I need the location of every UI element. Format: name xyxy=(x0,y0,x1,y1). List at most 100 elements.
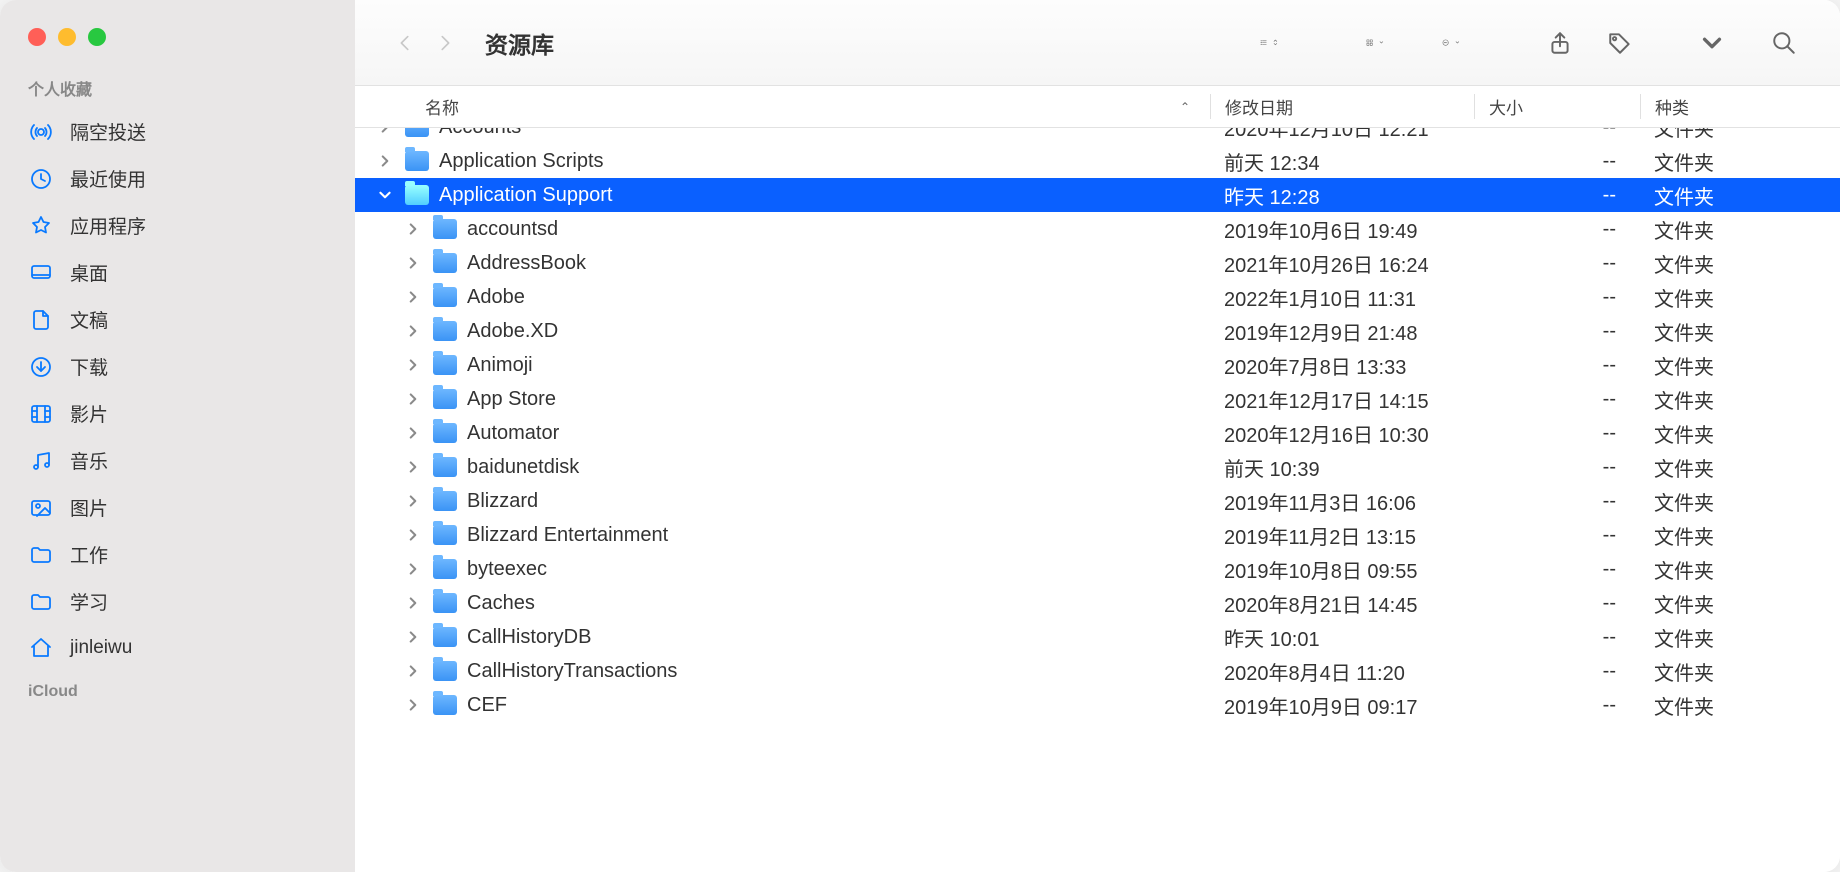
sidebar-item-home[interactable]: jinleiwu xyxy=(0,625,355,671)
file-kind: 文件夹 xyxy=(1640,521,1840,550)
picture-icon xyxy=(28,495,54,521)
disclosure-triangle-icon[interactable] xyxy=(403,663,423,679)
disclosure-triangle-icon[interactable] xyxy=(403,561,423,577)
file-date: 昨天 12:28 xyxy=(1210,181,1474,210)
file-date: 2019年11月2日 13:15 xyxy=(1210,521,1474,550)
sidebar-item-apps[interactable]: 应用程序 xyxy=(0,202,355,249)
file-size: -- xyxy=(1474,320,1640,343)
column-header-date[interactable]: 修改日期 xyxy=(1210,94,1474,119)
file-row[interactable]: CallHistoryDB 昨天 10:01 -- 文件夹 xyxy=(355,620,1840,654)
sidebar-item-study[interactable]: 学习 xyxy=(0,578,355,625)
file-name: Accounts xyxy=(439,128,521,139)
disclosure-triangle-icon[interactable] xyxy=(403,323,423,339)
sidebar-item-music[interactable]: 音乐 xyxy=(0,437,355,484)
share-button[interactable] xyxy=(1534,23,1586,63)
window-title: 资源库 xyxy=(485,26,554,60)
file-date: 2020年7月8日 13:33 xyxy=(1210,351,1474,380)
file-row[interactable]: baidunetdisk 前天 10:39 -- 文件夹 xyxy=(355,450,1840,484)
folder-icon xyxy=(433,525,457,545)
disclosure-triangle-icon[interactable] xyxy=(403,595,423,611)
file-kind: 文件夹 xyxy=(1640,351,1840,380)
disclosure-triangle-icon[interactable] xyxy=(403,391,423,407)
sidebar-item-label: 隔空投送 xyxy=(70,118,146,145)
file-size: -- xyxy=(1474,354,1640,377)
file-row[interactable]: Application Support 昨天 12:28 -- 文件夹 xyxy=(355,178,1840,212)
file-row[interactable]: App Store 2021年12月17日 14:15 -- 文件夹 xyxy=(355,382,1840,416)
disclosure-triangle-icon[interactable] xyxy=(403,697,423,713)
apps-icon xyxy=(28,213,54,239)
search-icon xyxy=(1771,30,1797,56)
file-kind: 文件夹 xyxy=(1640,385,1840,414)
disclosure-triangle-icon[interactable] xyxy=(375,153,395,169)
file-row[interactable]: Caches 2020年8月21日 14:45 -- 文件夹 xyxy=(355,586,1840,620)
file-row[interactable]: Adobe.XD 2019年12月9日 21:48 -- 文件夹 xyxy=(355,314,1840,348)
file-name: CallHistoryTransactions xyxy=(467,660,677,683)
disclosure-triangle-icon[interactable] xyxy=(403,459,423,475)
minimize-button[interactable] xyxy=(58,28,76,46)
file-row[interactable]: Application Scripts 前天 12:34 -- 文件夹 xyxy=(355,144,1840,178)
sidebar-item-desktop[interactable]: 桌面 xyxy=(0,249,355,296)
sidebar-item-label: 图片 xyxy=(70,494,108,521)
file-kind: 文件夹 xyxy=(1640,555,1840,584)
file-row[interactable]: accountsd 2019年10月6日 19:49 -- 文件夹 xyxy=(355,212,1840,246)
sidebar-item-movies[interactable]: 影片 xyxy=(0,390,355,437)
disclosure-triangle-icon[interactable] xyxy=(375,128,395,135)
sidebar-item-pictures[interactable]: 图片 xyxy=(0,484,355,531)
folder-icon xyxy=(433,253,457,273)
disclosure-triangle-icon[interactable] xyxy=(375,187,395,203)
file-row[interactable]: Animoji 2020年7月8日 13:33 -- 文件夹 xyxy=(355,348,1840,382)
document-icon xyxy=(28,307,54,333)
file-row[interactable]: Automator 2020年12月16日 10:30 -- 文件夹 xyxy=(355,416,1840,450)
folder-icon xyxy=(433,389,457,409)
search-button[interactable] xyxy=(1758,23,1810,63)
disclosure-triangle-icon[interactable] xyxy=(403,629,423,645)
file-row[interactable]: Blizzard 2019年11月3日 16:06 -- 文件夹 xyxy=(355,484,1840,518)
list-view-icon xyxy=(1260,39,1267,46)
file-size: -- xyxy=(1474,456,1640,479)
disclosure-triangle-icon[interactable] xyxy=(403,255,423,271)
file-name: byteexec xyxy=(467,558,547,581)
file-date: 2020年12月16日 10:30 xyxy=(1210,419,1474,448)
file-row[interactable]: byteexec 2019年10月8日 09:55 -- 文件夹 xyxy=(355,552,1840,586)
back-button[interactable] xyxy=(385,23,425,63)
sidebar-item-work[interactable]: 工作 xyxy=(0,531,355,578)
folder-icon xyxy=(433,491,457,511)
folder-icon xyxy=(433,287,457,307)
disclosure-triangle-icon[interactable] xyxy=(403,493,423,509)
group-button[interactable] xyxy=(1352,39,1398,46)
disclosure-triangle-icon[interactable] xyxy=(403,357,423,373)
file-row[interactable]: Adobe 2022年1月10日 11:31 -- 文件夹 xyxy=(355,280,1840,314)
column-header-kind[interactable]: 种类 xyxy=(1640,94,1840,119)
file-date: 2021年12月17日 14:15 xyxy=(1210,385,1474,414)
tags-button[interactable] xyxy=(1594,23,1646,63)
file-date: 2019年10月9日 09:17 xyxy=(1210,691,1474,720)
file-date: 2019年12月9日 21:48 xyxy=(1210,317,1474,346)
sidebar-item-airdrop[interactable]: 隔空投送 xyxy=(0,108,355,155)
file-row[interactable]: CEF 2019年10月9日 09:17 -- 文件夹 xyxy=(355,688,1840,722)
file-row[interactable]: AddressBook 2021年10月26日 16:24 -- 文件夹 xyxy=(355,246,1840,280)
file-row[interactable]: Accounts 2020年12月10日 12:21 -- 文件夹 xyxy=(355,128,1840,144)
folder-icon xyxy=(405,151,429,171)
dropdown-button[interactable] xyxy=(1686,23,1738,63)
file-row[interactable]: CallHistoryTransactions 2020年8月4日 11:20 … xyxy=(355,654,1840,688)
file-name: Animoji xyxy=(467,354,533,377)
file-size: -- xyxy=(1474,252,1640,275)
disclosure-triangle-icon[interactable] xyxy=(403,527,423,543)
file-size: -- xyxy=(1474,490,1640,513)
column-header-size[interactable]: 大小 xyxy=(1474,94,1640,119)
disclosure-triangle-icon[interactable] xyxy=(403,425,423,441)
action-button[interactable] xyxy=(1428,39,1474,46)
column-header-name[interactable]: 名称 ⌃ xyxy=(355,94,1210,119)
file-row[interactable]: Blizzard Entertainment 2019年11月2日 13:15 … xyxy=(355,518,1840,552)
forward-button[interactable] xyxy=(425,23,465,63)
sidebar-item-downloads[interactable]: 下载 xyxy=(0,343,355,390)
disclosure-triangle-icon[interactable] xyxy=(403,289,423,305)
close-button[interactable] xyxy=(28,28,46,46)
file-size: -- xyxy=(1474,626,1640,649)
sidebar-item-recents[interactable]: 最近使用 xyxy=(0,155,355,202)
sidebar-item-documents[interactable]: 文稿 xyxy=(0,296,355,343)
disclosure-triangle-icon[interactable] xyxy=(403,221,423,237)
file-size: -- xyxy=(1474,388,1640,411)
view-mode-button[interactable] xyxy=(1246,39,1292,46)
zoom-button[interactable] xyxy=(88,28,106,46)
